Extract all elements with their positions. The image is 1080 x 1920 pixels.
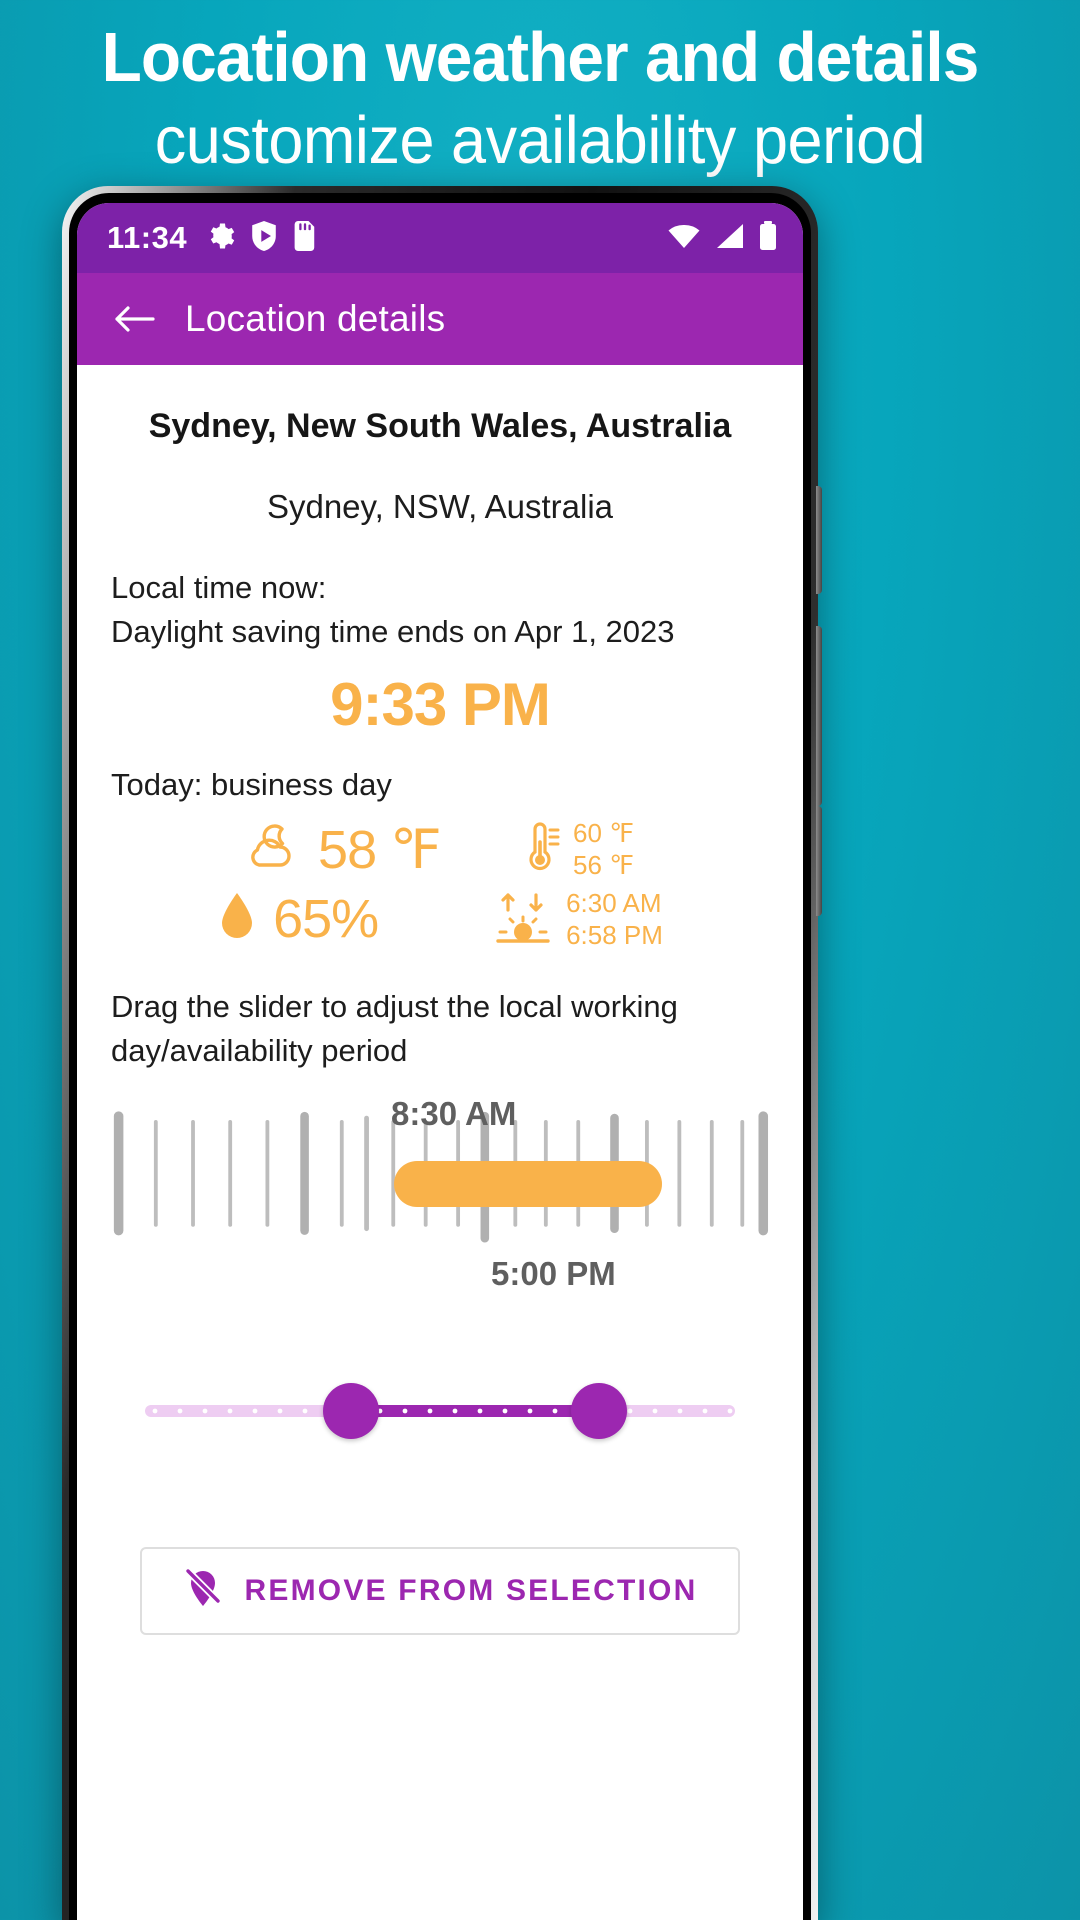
weather-temp-low: 56 ℉: [573, 850, 634, 880]
location-full-name: Sydney, New South Wales, Australia: [148, 407, 732, 445]
availability-range-bar[interactable]: [394, 1161, 662, 1207]
location-short-name: Sydney, NSW, Australia: [266, 488, 614, 525]
range-slider-thumb-end[interactable]: [571, 1383, 627, 1439]
weather-block: 58 ℉ 60 ℉ 56 ℉ 65% 6:30 AM 6:58 PM: [111, 817, 769, 951]
sd-card-icon: [293, 220, 317, 256]
day-status: Today: business day: [111, 767, 392, 802]
weather-high-low: 60 ℉ 56 ℉: [573, 817, 634, 881]
location-pin-off-icon: [183, 1566, 223, 1617]
local-time-block: Local time now: Daylight saving time end…: [111, 566, 769, 654]
status-bar-clock: 11:34: [107, 220, 188, 255]
weather-sunset: 6:58 PM: [566, 920, 663, 950]
range-slider-thumb-start[interactable]: [323, 1383, 379, 1439]
phone-frame: 11:34 Location details Sydney, New South…: [62, 186, 822, 1920]
availability-help-text: Drag the slider to adjust the local work…: [111, 989, 678, 1068]
water-drop-icon: [217, 891, 257, 948]
weather-humidity-cell: 65%: [217, 888, 492, 950]
availability-end-time: 5:00 PM: [491, 1255, 616, 1292]
promo-subheadline: customize availability period: [154, 103, 926, 178]
weather-sunrise: 6:30 AM: [566, 888, 662, 918]
shield-play-icon: [251, 220, 277, 256]
battery-icon: [759, 220, 777, 256]
weather-temperature: 58 ℉: [318, 819, 441, 880]
weather-sun-times: 6:30 AM 6:58 PM: [566, 887, 663, 951]
status-bar-right-icons: [667, 220, 777, 256]
remove-from-selection-label: REMOVE FROM SELECTION: [244, 1574, 698, 1607]
sunrise-sunset-icon: [492, 890, 554, 949]
phone-bezel: 11:34 Location details Sydney, New South…: [69, 193, 811, 1920]
remove-from-selection-button[interactable]: REMOVE FROM SELECTION: [140, 1547, 740, 1635]
weather-current-temp-cell: 58 ℉: [246, 818, 521, 881]
weather-range-cell: 60 ℉ 56 ℉: [521, 817, 634, 881]
availability-range-slider[interactable]: [111, 1353, 769, 1473]
weather-sun-cell: 6:30 AM 6:58 PM: [492, 887, 663, 951]
dst-note: Daylight saving time ends on Apr 1, 2023: [111, 614, 675, 649]
weather-row-humidity-sun: 65% 6:30 AM 6:58 PM: [217, 887, 663, 951]
range-slider-tick-dots: [152, 1408, 758, 1414]
promo-header: Location weather and details customize a…: [0, 0, 1080, 182]
app-bar: Location details: [77, 273, 803, 365]
content-area: Sydney, New South Wales, Australia Sydne…: [77, 407, 803, 1920]
phone-side-button-volume-up[interactable]: [816, 486, 822, 594]
thermometer-icon: [521, 820, 561, 879]
cloud-moon-icon: [246, 823, 302, 876]
signal-icon: [715, 223, 745, 254]
weather-temp-high: 60 ℉: [573, 818, 634, 848]
phone-side-button-power[interactable]: [816, 806, 822, 916]
phone-screen: 11:34 Location details Sydney, New South…: [77, 203, 803, 1920]
back-button[interactable]: [107, 291, 163, 347]
weather-humidity: 65%: [273, 889, 379, 949]
gear-icon: [205, 221, 235, 256]
promo-headline: Location weather and details: [101, 18, 980, 96]
phone-side-button-volume-down[interactable]: [816, 626, 822, 806]
current-local-time: 9:33 PM: [330, 671, 551, 738]
availability-ruler[interactable]: 8:30 AM 5:00 PM: [111, 1095, 769, 1292]
availability-start-time: 8:30 AM: [391, 1095, 517, 1132]
weather-row-temperature: 58 ℉ 60 ℉ 56 ℉: [246, 817, 634, 881]
status-bar: 11:34: [77, 203, 803, 273]
local-time-label: Local time now:: [111, 570, 327, 605]
status-bar-left-icons: [205, 220, 317, 256]
wifi-icon: [667, 223, 701, 254]
page-title: Location details: [185, 298, 446, 339]
